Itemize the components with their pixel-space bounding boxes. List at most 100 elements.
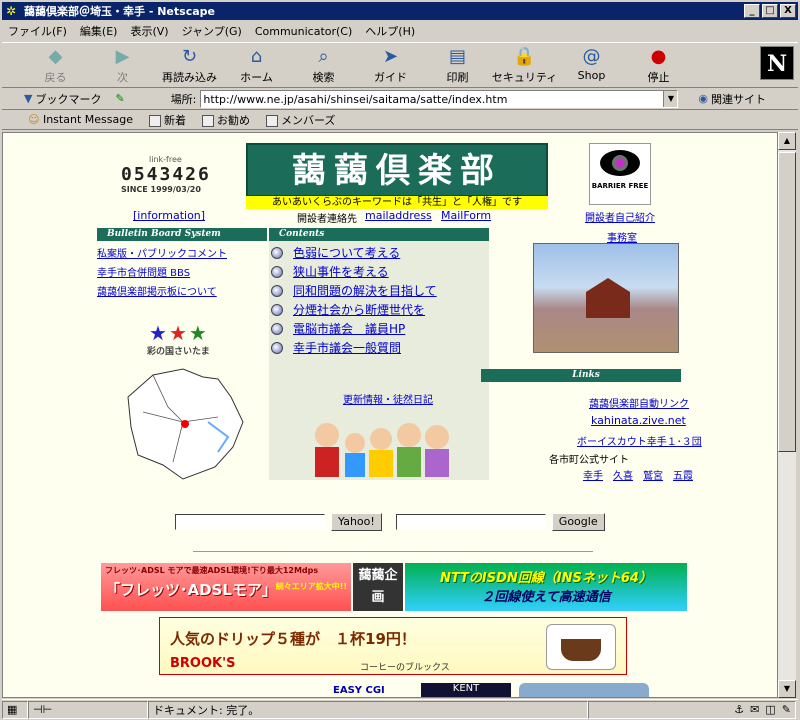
- google-button[interactable]: Google: [551, 513, 605, 531]
- shop-button[interactable]: @ Shop: [558, 43, 625, 82]
- bookmarks-button[interactable]: ▼ ブックマーク: [24, 91, 101, 107]
- person-icon: ☺: [28, 113, 40, 126]
- print-button[interactable]: ▤ 印刷: [424, 43, 491, 85]
- close-button[interactable]: X: [780, 4, 796, 18]
- club-title-banner: 藹藹倶楽部: [246, 143, 548, 197]
- kent-ad[interactable]: KENT: [421, 683, 511, 697]
- bullet-icon: [271, 303, 283, 316]
- url-dropdown-icon[interactable]: ▼: [663, 90, 678, 107]
- bullet-icon: [271, 284, 283, 297]
- saitama-map[interactable]: [123, 367, 248, 487]
- back-icon: ◆: [48, 46, 63, 67]
- aiai-kikaku-ad[interactable]: 藹藹企画: [353, 563, 403, 611]
- back-button[interactable]: ◆ 戻る: [22, 43, 89, 85]
- slogan: あいあいくらぶのキーワードは「共生」と「人権」です: [246, 196, 548, 209]
- page-icon: [148, 114, 161, 127]
- guide-button[interactable]: ➤ ガイド: [357, 43, 424, 85]
- town-link[interactable]: 五霞: [673, 467, 693, 482]
- new-button[interactable]: 新着: [148, 112, 186, 128]
- component-icon[interactable]: ▦: [2, 700, 28, 719]
- mailform-link[interactable]: MailForm: [441, 209, 491, 222]
- menu-view[interactable]: 表示(V): [130, 23, 168, 39]
- navigation-toolbar: ◆ 戻る ▶ 次 ↻ 再読み込み ⌂ ホーム ⌕ 検索 ➤ ガイド ▤ 印刷 🔒 セキュリティ …: [2, 42, 798, 88]
- office-link[interactable]: 事務室: [607, 229, 637, 244]
- home-icon: ⌂: [250, 46, 263, 67]
- bbs-link[interactable]: 藹藹倶楽部掲示板について: [97, 283, 217, 298]
- minimize-button[interactable]: _: [744, 4, 760, 18]
- composer-icon[interactable]: ✎: [782, 703, 791, 716]
- scroll-thumb[interactable]: [778, 152, 796, 452]
- shop-icon: @: [582, 46, 601, 67]
- contents-item[interactable]: 狭山事件を考える: [269, 262, 489, 281]
- title-bar: ✲ 藹藹倶楽部＠埼玉・幸手 - Netscape _ □ X: [2, 2, 798, 20]
- diary-link[interactable]: 更新情報・徒然日記: [343, 391, 433, 406]
- page-content: link-free 0543426 SINCE 1999/03/20 藹藹倶楽部…: [2, 132, 778, 698]
- official-sites-label: 各市町公式サイト: [549, 455, 629, 466]
- flets-adsl-ad[interactable]: フレッツ･ADSL モアで最速ADSL環境!下り最大12Mdps 「フレッツ･A…: [101, 563, 351, 611]
- menu-help[interactable]: ヘルプ(H): [365, 23, 415, 39]
- self-intro-link[interactable]: 開設者自己紹介: [585, 209, 655, 224]
- contents-item[interactable]: 色弱について考える: [269, 243, 489, 262]
- search-icon: ⌕: [318, 46, 329, 67]
- divider: [193, 551, 593, 552]
- location-label: 場所:: [170, 92, 197, 106]
- google-search-input[interactable]: [395, 514, 546, 530]
- home-button[interactable]: ⌂ ホーム: [223, 43, 290, 85]
- stop-button[interactable]: ● 停止: [625, 43, 692, 85]
- easy-cgi-ad[interactable]: EASY CGI: [333, 685, 385, 696]
- saitama-label: 彩の国さいたま: [147, 347, 210, 357]
- contents-item[interactable]: 電脳市議会 議員HP: [269, 319, 489, 338]
- contents-list: 色弱について考える 狭山事件を考える 同和問題の解決を目指して 分煙社会から断煙…: [269, 243, 489, 357]
- contents-item[interactable]: 分煙社会から断煙世代を: [269, 300, 489, 319]
- isdn-ad[interactable]: NTTのISDN回線（INSネット64） ２回線使えて高速通信: [405, 563, 687, 611]
- contents-item[interactable]: 幸手市議会一般質問: [269, 338, 489, 357]
- kahinata-link[interactable]: kahinata.zive.net: [591, 414, 686, 427]
- reload-button[interactable]: ↻ 再読み込み: [156, 43, 223, 85]
- menu-go[interactable]: ジャンプ(G): [182, 23, 242, 39]
- mailaddress-link[interactable]: mailaddress: [365, 209, 432, 222]
- menu-edit[interactable]: 編集(E): [80, 23, 118, 39]
- contents-item[interactable]: 同和問題の解決を目指して: [269, 281, 489, 300]
- boyscout-link[interactable]: ボーイスカウト幸手１･３団: [577, 433, 702, 448]
- search-area: Yahoo! Google: [175, 513, 605, 531]
- location-toolbar: ▼ ブックマーク ✎ 場所: http://www.ne.jp/asahi/shi…: [2, 88, 798, 110]
- navigator-icon[interactable]: ⚓: [734, 703, 744, 716]
- yahoo-search-input[interactable]: [175, 514, 325, 530]
- netscape-logo[interactable]: N: [760, 46, 794, 80]
- lock-icon: 🔒: [513, 46, 536, 67]
- information-link[interactable]: [information]: [133, 209, 205, 222]
- banner-ad[interactable]: [519, 683, 649, 697]
- brooks-coffee-ad[interactable]: 人気のドリップ５種が １杯19円！ BROOK'S コーヒーのブルックス: [159, 617, 627, 675]
- office-photo[interactable]: [533, 243, 679, 353]
- menu-file[interactable]: ファイル(F): [8, 23, 67, 39]
- bbs-header: Bulletin Board System: [97, 228, 267, 241]
- bbs-link[interactable]: 幸手市合併問題 BBS: [97, 264, 190, 279]
- access-counter: 0543426: [121, 164, 211, 185]
- menu-communicator[interactable]: Communicator(C): [255, 25, 352, 38]
- yahoo-button[interactable]: Yahoo!: [331, 513, 382, 531]
- url-input[interactable]: http://www.ne.jp/asahi/shinsei/saitama/s…: [200, 89, 679, 108]
- scroll-up-icon[interactable]: ▲: [778, 132, 796, 150]
- town-link[interactable]: 久喜: [613, 467, 633, 482]
- members-button[interactable]: メンバーズ: [265, 112, 335, 128]
- auto-link[interactable]: 藹藹倶楽部自動リンク: [589, 395, 689, 410]
- town-link[interactable]: 幸手: [583, 467, 603, 482]
- related-sites-button[interactable]: ◉ 関連サイト: [698, 91, 766, 107]
- bookmark-icon: ▼: [24, 92, 33, 105]
- mail-icon[interactable]: ✉: [750, 703, 759, 716]
- bbs-link[interactable]: 私案版・パブリックコメント: [97, 245, 227, 260]
- forward-icon: ▶: [115, 46, 130, 67]
- barrier-free-badge[interactable]: BARRIER FREE: [589, 143, 651, 205]
- recommend-button[interactable]: お勧め: [201, 112, 250, 128]
- search-button[interactable]: ⌕ 検索: [290, 43, 357, 85]
- counter-label: link-free: [149, 155, 182, 164]
- security-button[interactable]: 🔒 セキュリティ: [491, 43, 558, 85]
- forward-button[interactable]: ▶ 次: [89, 43, 156, 85]
- instant-message-button[interactable]: ☺ Instant Message: [28, 113, 133, 126]
- vertical-scrollbar[interactable]: ▲ ▼: [778, 132, 796, 698]
- maximize-button[interactable]: □: [762, 4, 778, 18]
- scroll-down-icon[interactable]: ▼: [778, 680, 796, 698]
- town-link[interactable]: 鷲宮: [643, 467, 663, 482]
- newsgroup-icon[interactable]: ◫: [765, 703, 775, 716]
- page-proxy-icon[interactable]: ✎: [115, 92, 124, 105]
